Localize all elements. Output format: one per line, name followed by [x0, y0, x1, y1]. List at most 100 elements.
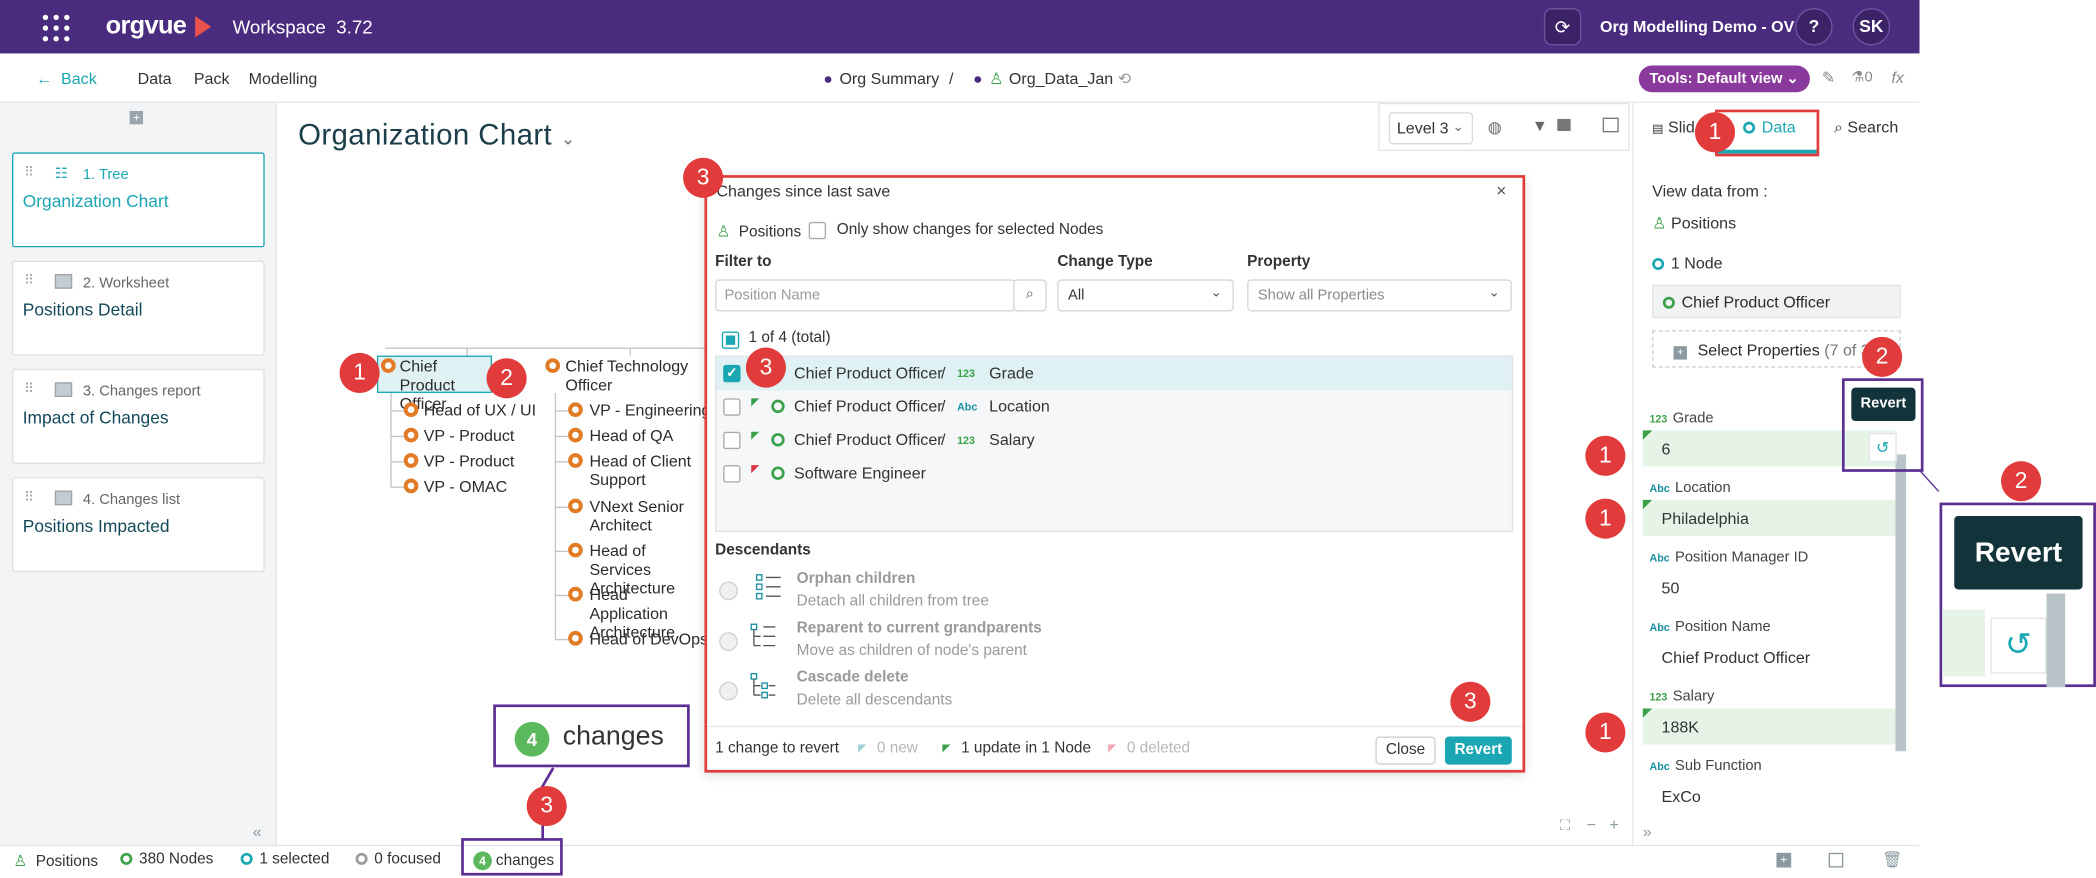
position-name-filter[interactable]: Position Name — [715, 279, 1016, 312]
row-checkbox[interactable] — [723, 465, 741, 483]
property-select[interactable]: Show all Properties ⌄ — [1247, 279, 1512, 312]
filter-icon[interactable]: ▼ — [1532, 116, 1548, 135]
org-node[interactable]: VNext Senior Architect — [589, 497, 699, 534]
nav-data[interactable]: Data — [138, 70, 172, 89]
drag-handle-icon[interactable]: ⠿ — [24, 274, 34, 289]
tools-view-select[interactable]: Tools: Default view ⌄ — [1638, 65, 1810, 93]
orphan-desc: Detach all children from tree — [796, 593, 989, 610]
add-icon: + — [1673, 346, 1687, 360]
tree-icon: ☷ — [54, 165, 69, 182]
close-button[interactable]: Close — [1375, 736, 1436, 765]
org-node[interactable]: Head of QA — [589, 426, 673, 445]
node-ring-icon — [771, 466, 785, 480]
status-focused[interactable]: 0 focused — [355, 851, 441, 868]
org-node[interactable]: VP - Product — [424, 452, 515, 471]
revert-button[interactable]: Revert — [1444, 736, 1512, 765]
org-node-dot — [568, 453, 583, 468]
page-card-title: Positions Detail — [22, 299, 143, 320]
close-icon[interactable]: × — [1496, 180, 1506, 200]
footer-new: 0 new — [858, 741, 918, 757]
collapse-sidebar-icon[interactable]: « — [253, 822, 262, 841]
org-node[interactable]: VP - Product — [424, 426, 515, 445]
search-icon[interactable]: ⌕ — [1013, 279, 1047, 312]
project-name[interactable]: Org Modelling Demo - OV — [1600, 17, 1794, 36]
prop-value-manager-id[interactable]: 50 — [1643, 569, 1896, 605]
page-card-changes-report[interactable]: ⠿ 3. Changes report Impact of Changes — [12, 368, 265, 464]
change-type-select[interactable]: All ⌄ — [1057, 279, 1234, 312]
cascade-desc: Delete all descendants — [796, 692, 953, 709]
change-row[interactable]: Chief Product Officer / Abc Location — [716, 390, 1511, 423]
select-all-checkbox[interactable] — [721, 331, 740, 349]
row-type: Abc — [957, 401, 978, 414]
zoom-out-icon[interactable]: − — [1587, 815, 1596, 834]
connector — [390, 486, 404, 488]
change-row[interactable]: ✓ Chief Product Officer / 123 Grade — [716, 356, 1512, 391]
only-selected-checkbox[interactable] — [808, 221, 827, 240]
row-name: Chief Product Officer — [793, 363, 943, 383]
org-node[interactable]: Head of UX / UI — [424, 401, 536, 420]
app-grid-icon[interactable] — [42, 14, 70, 42]
breadcrumb-org-summary[interactable]: Org Summary — [824, 70, 939, 88]
flask-count[interactable]: ⚗0 — [1851, 68, 1872, 86]
breadcrumb-dataset[interactable]: ♙ Org_Data_Jan ⟲ — [974, 70, 1131, 88]
change-row[interactable]: Chief Product Officer / 123 Salary — [716, 424, 1511, 457]
nav-modelling[interactable]: Modelling — [249, 70, 318, 89]
back-link[interactable]: ← Back — [36, 70, 97, 89]
view-data-from-label: View data from : — [1652, 181, 1768, 201]
prop-value-sub-function[interactable]: ExCo — [1643, 778, 1896, 814]
refresh-icon[interactable]: ⟳ — [1543, 8, 1582, 46]
prop-value-salary[interactable]: 188K — [1642, 708, 1896, 745]
drag-handle-icon[interactable]: ⠿ — [24, 382, 34, 397]
pin-icon[interactable]: ✎ — [1822, 68, 1835, 87]
status-dimension[interactable]: ♙ Positions — [13, 851, 98, 870]
tab-slides[interactable]: ▤ Slid — [1652, 118, 1695, 137]
help-button[interactable]: ? — [1795, 8, 1833, 46]
comment-icon[interactable] — [1557, 118, 1571, 131]
fullscreen-icon[interactable]: ⛶ — [1560, 818, 1570, 835]
page-card-worksheet[interactable]: ⠿ 2. Worksheet Positions Detail — [12, 260, 265, 356]
drag-handle-icon[interactable]: ⠿ — [24, 491, 34, 506]
changes-count-badge: 4 — [514, 721, 550, 757]
export-icon[interactable] — [1602, 117, 1619, 133]
chevron-down-icon[interactable]: ⌄ — [561, 128, 576, 148]
status-selected[interactable]: 1 selected — [240, 851, 329, 868]
org-node[interactable]: VP - OMAC — [424, 477, 508, 496]
connector — [629, 347, 631, 356]
page-card-tree[interactable]: ⠿ ☷ 1. Tree Organization Chart — [12, 152, 265, 248]
drag-handle-icon[interactable]: ⠿ — [24, 166, 34, 181]
trash-icon[interactable]: 🗑 — [1882, 850, 1902, 869]
org-node[interactable]: Chief Technology Officer — [565, 357, 692, 394]
avatar[interactable]: SK — [1852, 8, 1891, 46]
prop-value-position-name[interactable]: Chief Product Officer — [1643, 639, 1896, 675]
level-select[interactable]: Level 3 ⌄ — [1388, 112, 1474, 145]
prop-value-location[interactable]: Philadelphia — [1642, 499, 1896, 537]
status-changes-highlight — [461, 838, 563, 876]
org-node[interactable]: VP - Engineering — [589, 401, 710, 420]
cascade-radio[interactable] — [719, 681, 738, 701]
change-row[interactable]: Software Engineer — [716, 457, 1511, 490]
orphan-radio[interactable] — [719, 581, 738, 601]
palette-icon[interactable]: ◍ — [1488, 118, 1502, 137]
selected-node-chip[interactable]: Chief Product Officer — [1652, 284, 1901, 319]
scrollbar[interactable] — [1895, 454, 1907, 752]
add-page-icon[interactable]: + — [129, 110, 144, 125]
status-nodes[interactable]: 380 Nodes — [120, 851, 213, 868]
row-name: Chief Product Officer — [793, 430, 943, 450]
nav-pack[interactable]: Pack — [194, 70, 230, 89]
reparent-radio[interactable] — [719, 632, 738, 651]
revert-field-button[interactable]: ↺ — [1868, 433, 1897, 463]
row-checkbox[interactable] — [723, 398, 741, 416]
org-node[interactable]: Head of Client Support — [589, 452, 699, 489]
footer-summary: 1 change to revert — [715, 740, 840, 757]
add-icon[interactable]: + — [1776, 852, 1792, 868]
row-checkbox[interactable]: ✓ — [723, 364, 741, 383]
expand-panel-icon[interactable]: » — [1643, 822, 1652, 841]
zoom-in-icon[interactable]: + — [1609, 815, 1618, 834]
row-checkbox[interactable] — [723, 431, 741, 450]
tab-search[interactable]: ⌕ Search — [1834, 118, 1898, 138]
page-card-changes-list[interactable]: ⠿ 4. Changes list Positions Impacted — [12, 477, 265, 573]
slides-icon: ▤ — [1652, 121, 1664, 136]
org-node[interactable]: Head of DevOps — [589, 630, 708, 649]
duplicate-icon[interactable] — [1828, 852, 1844, 868]
fx-icon[interactable]: fx — [1891, 68, 1903, 87]
